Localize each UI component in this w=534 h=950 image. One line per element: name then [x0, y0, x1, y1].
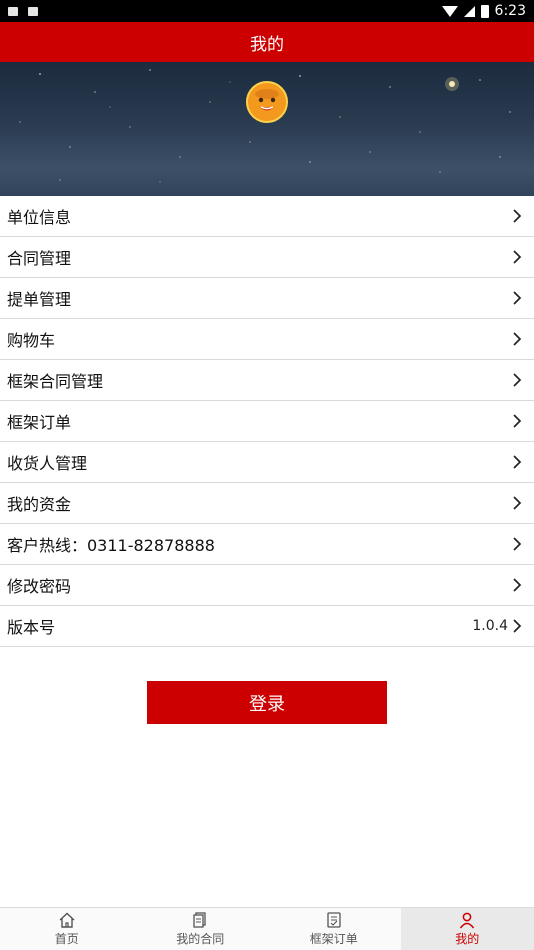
chevron-right-icon [513, 537, 522, 551]
contract-icon [193, 912, 206, 928]
notification-icon [28, 6, 38, 16]
menu-item-label: 合同管理 [7, 249, 72, 268]
home-icon [59, 912, 75, 928]
mascot-icon [248, 83, 286, 121]
menu-item-label: 单位信息 [7, 208, 72, 227]
menu-item-label: 我的资金 [7, 495, 72, 514]
avatar[interactable] [246, 81, 288, 123]
status-time: 6:23 [494, 3, 526, 19]
menu-item-change-password[interactable]: 修改密码 [0, 565, 534, 606]
signal-icon [463, 5, 475, 17]
notification-icon [8, 6, 18, 16]
menu-item-label: 收货人管理 [7, 454, 88, 473]
chevron-right-icon [513, 209, 522, 223]
tab-my-contract[interactable]: 我的合同 [134, 908, 268, 950]
chevron-right-icon [513, 373, 522, 387]
tab-label: 我的 [455, 932, 480, 946]
menu-item-bill-of-lading[interactable]: 提单管理 [0, 278, 534, 319]
tab-label: 首页 [54, 932, 79, 946]
menu-item-label: 提单管理 [7, 290, 72, 309]
menu-item-label: 修改密码 [7, 577, 72, 596]
menu-item-unit-info[interactable]: 单位信息 [0, 196, 534, 237]
menu-item-framework-contract[interactable]: 框架合同管理 [0, 360, 534, 401]
page-title: 我的 [0, 22, 534, 62]
order-icon [327, 912, 341, 928]
tab-label: 我的合同 [176, 932, 225, 946]
menu-item-consignee[interactable]: 收货人管理 [0, 442, 534, 483]
menu-item-funds[interactable]: 我的资金 [0, 483, 534, 524]
menu-item-label: 购物车 [7, 331, 56, 350]
menu-item-label: 框架订单 [7, 413, 72, 432]
tab-label: 框架订单 [309, 932, 358, 946]
chevron-right-icon [513, 414, 522, 428]
user-icon [460, 912, 475, 929]
chevron-right-icon [513, 291, 522, 305]
status-bar: 6:23 [0, 0, 534, 22]
header-banner [0, 62, 534, 196]
chevron-right-icon [513, 250, 522, 264]
chevron-right-icon [513, 619, 522, 633]
menu-item-cart[interactable]: 购物车 [0, 319, 534, 360]
tab-framework-order[interactable]: 框架订单 [267, 908, 401, 950]
menu-item-label: 版本号 [7, 618, 56, 637]
menu-item-framework-order[interactable]: 框架订单 [0, 401, 534, 442]
wifi-icon [441, 5, 458, 17]
menu-item-contract[interactable]: 合同管理 [0, 237, 534, 278]
chevron-right-icon [513, 496, 522, 510]
login-button[interactable]: 登录 [147, 681, 387, 724]
chevron-right-icon [513, 455, 522, 469]
tab-home[interactable]: 首页 [0, 908, 134, 950]
tab-mine[interactable]: 我的 [400, 908, 534, 950]
version-value: 1.0.4 [472, 618, 508, 634]
chevron-right-icon [513, 332, 522, 346]
menu-item-version[interactable]: 版本号 1.0.4 [0, 606, 534, 647]
bottom-tab-bar: 首页 我的合同 框架订单 我的 [0, 907, 534, 950]
menu-item-label: 框架合同管理 [7, 372, 104, 391]
menu-item-label: 客户热线：0311-82878888 [7, 536, 215, 555]
chevron-right-icon [513, 578, 522, 592]
profile-menu: 单位信息 合同管理 提单管理 购物车 框架合同管理 框架订单 收货人管理 我的资… [0, 196, 534, 647]
battery-icon [480, 4, 489, 18]
menu-item-hotline[interactable]: 客户热线：0311-82878888 [0, 524, 534, 565]
